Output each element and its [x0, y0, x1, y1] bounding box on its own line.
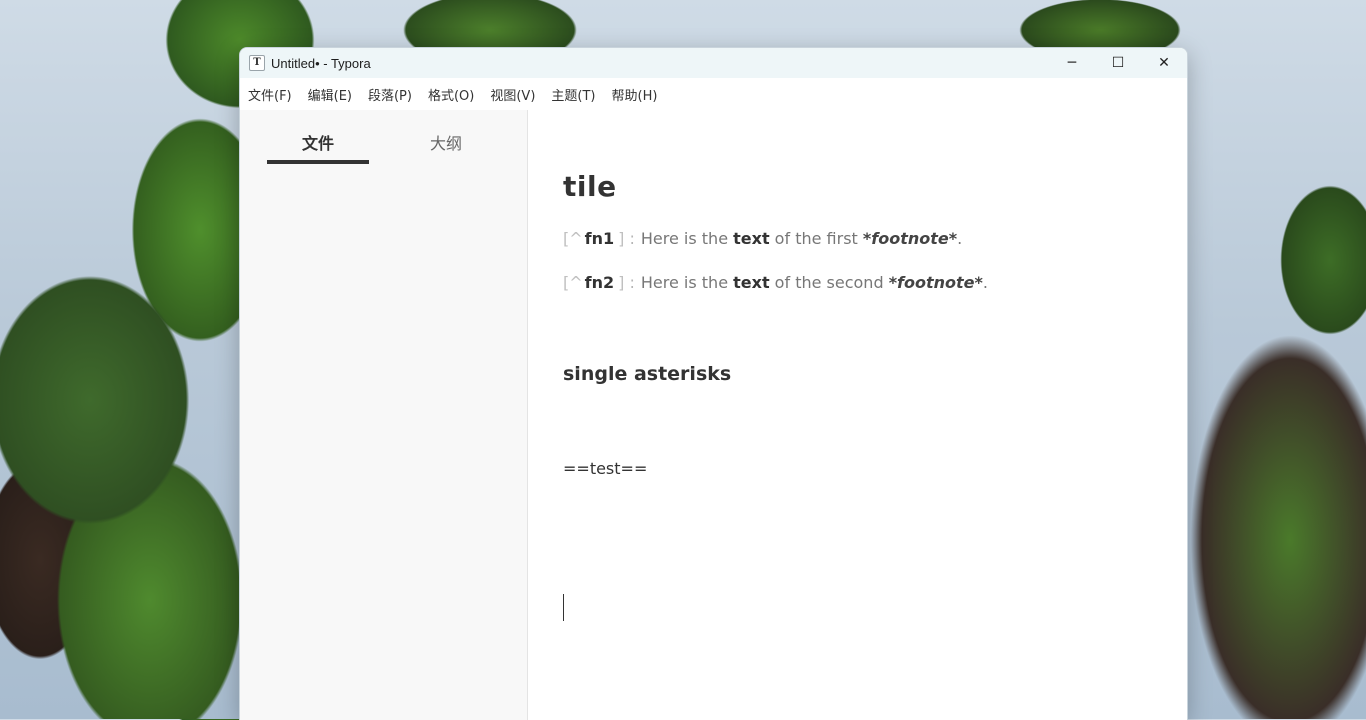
menu-edit[interactable]: 编辑(E) — [308, 85, 352, 104]
document-paragraph: ==test== — [563, 459, 648, 478]
footnote-open-bracket: [^ — [563, 273, 583, 292]
tab-files[interactable]: 文件 — [302, 130, 334, 154]
menu-view[interactable]: 视图(V) — [490, 85, 535, 104]
footnote-definition-1: [^ fn1] : Here is the text of the first *f… — [563, 229, 962, 248]
menu-theme[interactable]: 主题(T) — [551, 85, 595, 104]
footnote-id: fn2 — [584, 273, 615, 292]
editor-area[interactable]: tile [^ fn1] : Here is the text of the fir… — [528, 110, 1187, 720]
title-bar[interactable]: T Untitled• - Typora ─ ☐ ✕ — [240, 48, 1187, 78]
footnote-text-pre: Here is the — [640, 273, 734, 292]
maximize-icon: ☐ — [1111, 55, 1125, 71]
sidebar-tabs: 文件 大纲 — [240, 110, 527, 166]
document-heading: tile — [563, 170, 617, 203]
window-title: Untitled• - Typora — [271, 55, 371, 71]
text-cursor — [563, 594, 564, 621]
menu-format[interactable]: 格式(O) — [428, 85, 474, 104]
footnote-close-bracket: ] — [618, 229, 625, 248]
footnote-id: fn1 — [584, 229, 615, 248]
close-icon: ✕ — [1158, 55, 1170, 71]
footnote-text-emphasis: *footnote* — [888, 273, 983, 292]
footnote-text-post: . — [957, 229, 963, 248]
active-tab-indicator — [267, 160, 369, 164]
footnote-colon: : — [629, 229, 635, 248]
footnote-colon: : — [629, 273, 635, 292]
typora-app-icon: T — [249, 55, 265, 71]
menu-bar: 文件(F) 编辑(E) 段落(P) 格式(O) 视图(V) 主题(T) 帮助(H… — [240, 78, 1187, 110]
footnote-definition-2: [^ fn2] : Here is the text of the second *… — [563, 273, 988, 292]
footnote-text-mid: of the second — [769, 273, 889, 292]
typora-window: T Untitled• - Typora ─ ☐ ✕ 文件(F) 编辑(E) 段… — [239, 47, 1188, 720]
footnote-text-bold: text — [733, 229, 770, 248]
menu-paragraph[interactable]: 段落(P) — [368, 85, 412, 104]
footnote-text-emphasis: *footnote* — [862, 229, 958, 248]
footnote-text-bold: text — [733, 273, 770, 292]
footnote-text-pre: Here is the — [640, 229, 734, 248]
maximize-button[interactable]: ☐ — [1095, 48, 1141, 78]
close-button[interactable]: ✕ — [1141, 48, 1187, 78]
tab-outline[interactable]: 大纲 — [430, 130, 462, 154]
footnote-open-bracket: [^ — [563, 229, 583, 248]
menu-file[interactable]: 文件(F) — [248, 85, 292, 104]
document-subheading: single asterisks — [563, 363, 732, 385]
window-controls: ─ ☐ ✕ — [1049, 48, 1187, 78]
footnote-close-bracket: ] — [618, 273, 625, 292]
menu-help[interactable]: 帮助(H) — [612, 85, 658, 104]
minimize-button[interactable]: ─ — [1049, 48, 1095, 78]
footnote-text-post: . — [982, 273, 988, 292]
sidebar: 文件 大纲 — [240, 110, 528, 720]
minimize-icon: ─ — [1067, 55, 1077, 71]
footnote-text-mid: of the first — [769, 229, 863, 248]
